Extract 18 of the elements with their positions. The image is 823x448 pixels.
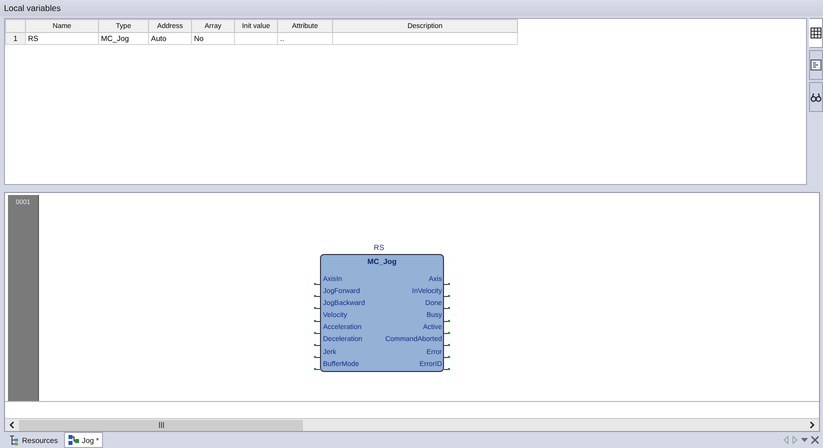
side-tab[interactable] bbox=[809, 82, 823, 112]
table-cell[interactable] bbox=[332, 32, 518, 44]
table-cell[interactable] bbox=[234, 32, 278, 44]
resources-icon bbox=[8, 434, 20, 446]
horizontal-scrollbar[interactable] bbox=[5, 418, 819, 431]
side-tab[interactable] bbox=[809, 18, 823, 48]
form-icon bbox=[810, 59, 822, 71]
grid-icon bbox=[810, 27, 822, 39]
panel-title: Local variables bbox=[4, 3, 61, 13]
scrollbar-thumb[interactable] bbox=[19, 420, 303, 430]
scroll-left-icon[interactable] bbox=[8, 421, 16, 429]
scroll-right-icon[interactable] bbox=[808, 421, 816, 429]
header-corner bbox=[6, 20, 26, 32]
close-icon[interactable] bbox=[811, 436, 819, 444]
program-icon bbox=[68, 434, 80, 446]
dropdown-icon[interactable] bbox=[801, 438, 808, 442]
side-tab[interactable] bbox=[809, 50, 823, 80]
binoculars-icon bbox=[810, 91, 822, 103]
